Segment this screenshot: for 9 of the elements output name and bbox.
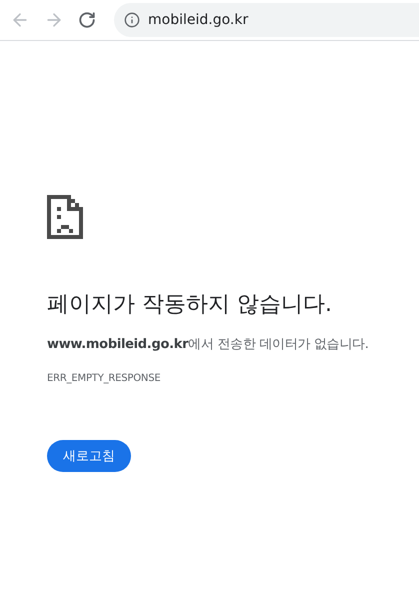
- error-description: www.mobileid.go.kr에서 전송한 데이터가 없습니다.: [47, 336, 370, 354]
- reload-icon: [78, 11, 96, 29]
- address-bar[interactable]: mobileid.go.kr: [114, 3, 419, 37]
- info-icon: [124, 12, 140, 28]
- reload-page-button[interactable]: 새로고침: [47, 440, 131, 472]
- url-text: mobileid.go.kr: [148, 12, 248, 28]
- error-title: 페이지가 작동하지 않습니다.: [47, 291, 333, 319]
- sad-page-icon: [47, 195, 83, 239]
- error-code: ERR_EMPTY_RESPONSE: [47, 373, 162, 384]
